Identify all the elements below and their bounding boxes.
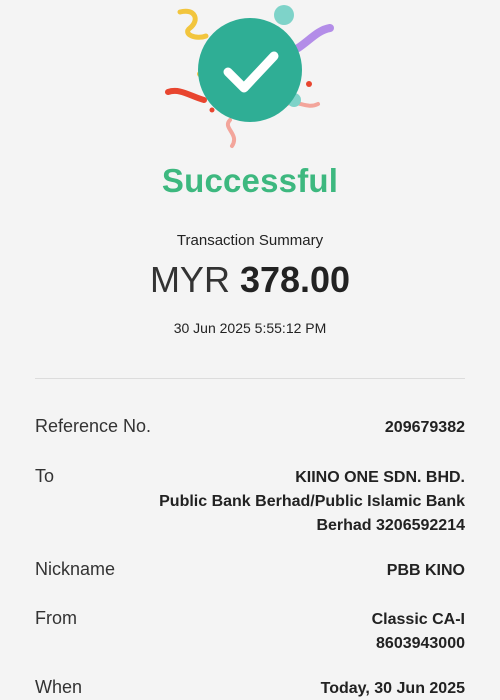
success-illustration (0, 0, 500, 160)
transaction-summary-label: Transaction Summary (176, 232, 324, 249)
transaction-amount: MYR 378.00 (0, 258, 500, 302)
transaction-datetime: 30 Jun 2025 5:55:12 PM (173, 320, 327, 336)
amount-value: 378.00 (239, 259, 351, 300)
when-value: Today, 30 Jun 2025 (320, 680, 465, 697)
recipient-value: KIINO ONE SDN. BHD. Public Bank Berhad/P… (125, 466, 465, 538)
when-label: When (35, 677, 83, 697)
transaction-receipt-screen: Successful Transaction Summary MYR 378.0… (0, 0, 500, 700)
recipient-line: Public Bank Berhad/Public Islamic Bank (159, 493, 465, 510)
nickname-value: PBB KINO (386, 562, 465, 579)
recipient-line: Berhad 3206592214 (316, 517, 465, 534)
from-line: Classic CA-I (371, 611, 465, 628)
nickname-label: Nickname (35, 559, 116, 579)
reference-value: 209679382 (384, 419, 465, 436)
recipient-line: KIINO ONE SDN. BHD. (295, 469, 465, 486)
divider (35, 378, 465, 379)
from-line: 8603943000 (376, 635, 465, 652)
currency-code: MYR (149, 259, 230, 300)
status-title: Successful (161, 162, 339, 199)
from-value: Classic CA-I 8603943000 (125, 608, 465, 656)
from-label: From (35, 608, 77, 628)
recipient-label: To (35, 466, 55, 486)
